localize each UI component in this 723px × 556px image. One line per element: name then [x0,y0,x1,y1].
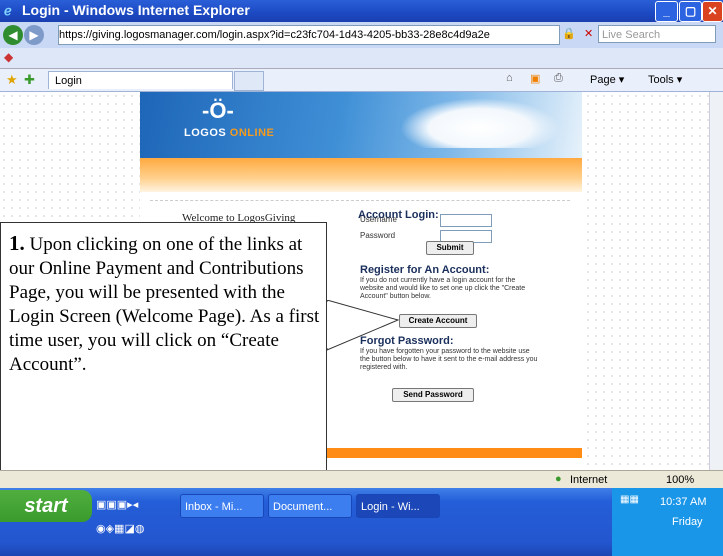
instruction-callout: 1. Upon clicking on one of the links at … [0,222,327,510]
forward-button[interactable]: ▶ [24,25,44,45]
register-title: Register for An Account: [360,264,490,276]
header-banner: -Ö- LOGOS ONLINE [140,92,582,158]
logo: LOGOS ONLINE [184,127,275,139]
address-row: ◀ ▶ https://giving.logosmanager.com/logi… [0,22,723,48]
back-button[interactable]: ◀ [3,25,23,45]
search-input[interactable]: Live Search [598,25,716,43]
feeds-icon[interactable]: ▣ [530,72,540,85]
send-password-button[interactable]: Send Password [392,388,474,402]
sun-logo-icon: -Ö- [202,98,234,123]
orange-band [140,158,582,192]
password-label: Password [360,231,396,240]
callout-text: 1. Upon clicking on one of the links at … [9,231,320,375]
taskbar: start ▣▣▣▸◂ ◉◈▦◪◍ Inbox - Mi... Document… [0,488,723,556]
lock-icon[interactable]: 🔒 [562,27,576,40]
tab-login[interactable]: Login [48,71,233,89]
tab-label: Login [55,75,82,87]
username-label: Username [360,215,397,224]
cloud-graphic [400,98,560,148]
add-favorites-icon[interactable]: ✚ [24,72,35,88]
task-login[interactable]: Login - Wi... [356,494,440,518]
zoom-level[interactable]: 100% [666,474,694,486]
address-input[interactable]: https://giving.logosmanager.com/login.as… [58,25,560,45]
tools-menu[interactable]: Tools ▾ [648,73,682,86]
day-label: Friday [672,516,703,528]
internet-zone-icon: ● [555,473,562,485]
print-icon[interactable]: ⎙ [554,72,563,85]
quick-launch-icons[interactable]: ▣▣▣▸◂ [96,498,138,511]
window-title: Login - Windows Internet Explorer [22,2,250,18]
home-icon[interactable]: ⌂ [506,72,513,84]
quick-launch-icons-row2[interactable]: ◉◈▦◪◍ [96,522,144,535]
clock[interactable]: 10:37 AM [660,496,706,508]
register-text: If you do not currently have a login acc… [360,277,526,300]
maximize-button[interactable]: ▢ [679,1,702,22]
status-bar: ● Internet 100% [0,470,723,489]
username-field[interactable] [440,214,492,227]
vertical-scrollbar[interactable] [709,92,723,470]
secondary-toolbar: ◆ [0,48,723,69]
submit-button[interactable]: Submit [426,241,474,255]
new-tab-button[interactable] [234,71,264,91]
task-inbox[interactable]: Inbox - Mi... [180,494,264,518]
favorites-star-icon[interactable]: ★ [6,72,18,88]
start-button[interactable]: start [0,490,92,522]
task-document[interactable]: Document... [268,494,352,518]
ie-logo-icon: ℯ [4,3,12,18]
stop-icon[interactable]: ✕ [584,27,593,40]
close-button[interactable]: ✕ [702,1,723,22]
divider [150,200,570,202]
tab-row: ★ ✚ Login ⌂ ▣ ⎙ Page ▾ Tools ▾ [0,69,723,92]
tray-icons[interactable]: ▦▦ [620,494,639,505]
zone-label: Internet [570,474,608,486]
toolbar-icon[interactable]: ◆ [4,50,13,64]
create-account-button[interactable]: Create Account [399,314,477,328]
minimize-button[interactable]: _ [655,1,678,22]
page-menu[interactable]: Page ▾ [590,73,624,86]
title-bar: ℯ Login - Windows Internet Explorer _ ▢ … [0,0,723,22]
